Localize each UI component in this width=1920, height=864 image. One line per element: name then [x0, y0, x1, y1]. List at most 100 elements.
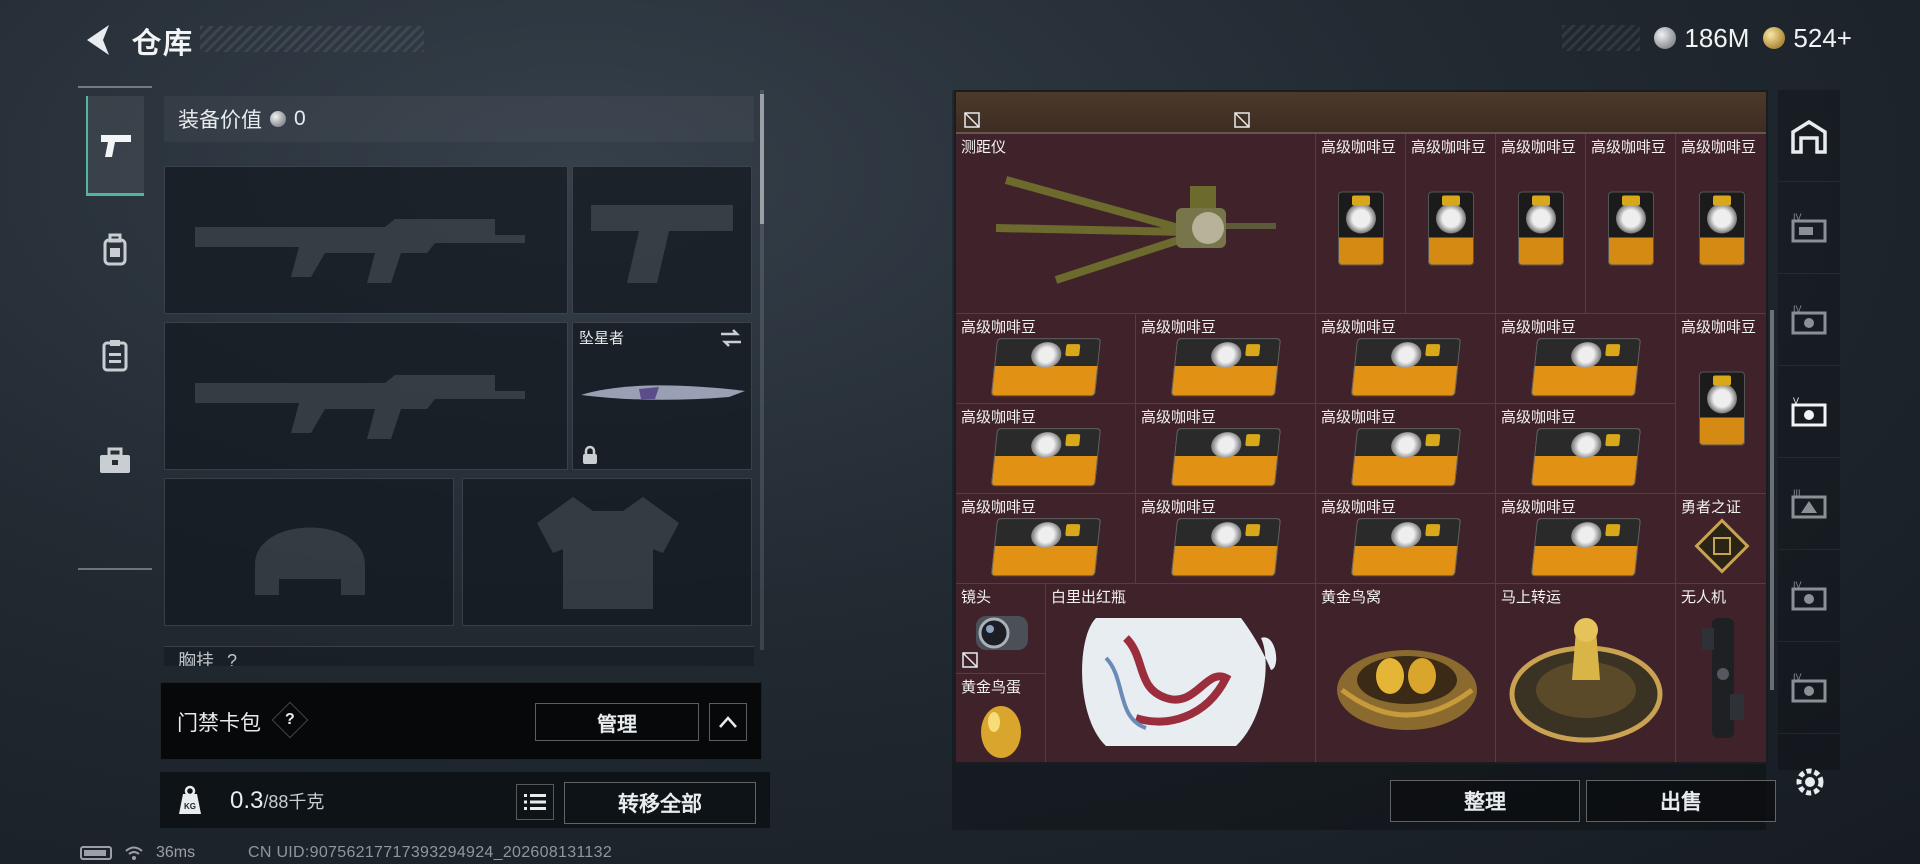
equipment-scrollbar[interactable]: [760, 90, 764, 650]
transfer-all-button[interactable]: 转移全部: [564, 782, 756, 824]
item-coffee-beans[interactable]: 高级咖啡豆: [1496, 134, 1586, 314]
svg-text:IV: IV: [1793, 580, 1802, 590]
item-lens[interactable]: 镜头: [956, 584, 1046, 674]
weight-value: 0.3: [230, 787, 264, 814]
item-label: 高级咖啡豆: [1141, 409, 1217, 426]
weight-icon-text: KG: [184, 802, 196, 811]
tab-storage-4b[interactable]: IV: [1778, 274, 1840, 366]
container-icon: V: [1791, 396, 1827, 426]
tab-storage-4c[interactable]: IV: [1778, 550, 1840, 642]
help-glyph: ?: [285, 711, 295, 728]
item-coffee-beans[interactable]: 高级咖啡豆: [1316, 314, 1496, 404]
equipment-category-nav: [78, 86, 152, 570]
primary-weapon-slot-1[interactable]: [164, 166, 568, 314]
sort-button[interactable]: 整理: [1390, 780, 1580, 822]
toolbox-icon: [100, 447, 130, 473]
user-uid: CN UID:90756217717393294924_202608131132: [248, 844, 613, 861]
item-coffee-beans[interactable]: 高级咖啡豆: [1136, 404, 1316, 494]
container-icon: IV: [1791, 672, 1827, 702]
item-label: 高级咖啡豆: [1141, 319, 1217, 336]
nav-weapons[interactable]: [86, 96, 144, 196]
item-label: 镜头: [961, 589, 992, 606]
container-icon: IV: [1791, 212, 1827, 242]
item-coffee-beans[interactable]: 高级咖啡豆: [956, 314, 1136, 404]
keycard-bar: 门禁卡包 ? 管理: [160, 682, 762, 760]
tab-storage-4a[interactable]: IV: [1778, 182, 1840, 274]
tab-storage-4d[interactable]: IV: [1778, 642, 1840, 734]
coffee-bag-icon: [1517, 190, 1564, 265]
item-coffee-beans[interactable]: 高级咖啡豆: [1316, 494, 1496, 584]
container-icon: IV: [1791, 580, 1827, 610]
item-label: 测距仪: [961, 139, 1007, 156]
coffee-bag-icon: [990, 517, 1101, 576]
battery-icon: [80, 846, 112, 860]
chest-rig-hint: ?: [227, 651, 238, 666]
helmet-slot[interactable]: [164, 478, 454, 626]
item-coffee-beans[interactable]: 高级咖啡豆: [956, 494, 1136, 584]
fortune-wheel-icon: [1509, 618, 1663, 743]
coffee-bag-icon: [1170, 337, 1281, 396]
vase-icon: [1082, 618, 1277, 746]
nav-toolbox[interactable]: [78, 408, 152, 514]
tab-storage-home[interactable]: [1778, 90, 1840, 182]
item-golden-nest[interactable]: 黄金鸟窝: [1316, 584, 1496, 762]
device-status: 36ms: [80, 844, 195, 862]
item-coffee-beans[interactable]: 高级咖啡豆: [956, 404, 1136, 494]
tab-storage-3[interactable]: III: [1778, 458, 1840, 550]
coffee-bag-icon: [1698, 370, 1745, 445]
chest-rig-slot[interactable]: 胸挂 ?: [164, 646, 754, 666]
item-label: 勇者之证: [1681, 499, 1742, 516]
gold-amount: 524+: [1793, 22, 1852, 53]
settings-gear-icon[interactable]: [1792, 764, 1828, 800]
item-label: 高级咖啡豆: [961, 499, 1037, 516]
manage-button[interactable]: 管理: [535, 703, 699, 741]
sell-button[interactable]: 出售: [1586, 780, 1776, 822]
svg-text:IV: IV: [1793, 304, 1802, 314]
coffee-bag-icon: [1427, 190, 1474, 265]
silver-coin-icon: [1654, 27, 1677, 49]
lens-icon: [976, 616, 1028, 650]
item-coffee-beans[interactable]: 高级咖啡豆: [1136, 494, 1316, 584]
help-icon[interactable]: ?: [271, 701, 309, 739]
collapse-button[interactable]: [709, 703, 747, 741]
backpack-icon: [103, 233, 127, 266]
primary-weapon-slot-2[interactable]: [164, 322, 568, 470]
gold-currency[interactable]: 524+: [1763, 23, 1852, 54]
list-view-button[interactable]: [516, 784, 554, 820]
swap-icon[interactable]: [719, 327, 743, 349]
item-coffee-beans[interactable]: 高级咖啡豆: [1496, 494, 1676, 584]
nav-clipboard[interactable]: [78, 302, 152, 408]
item-coffee-beans[interactable]: 高级咖啡豆: [1496, 314, 1676, 404]
back-arrow-icon[interactable]: [80, 20, 116, 60]
item-coffee-beans[interactable]: 高级咖啡豆: [1676, 314, 1766, 494]
melee-slot[interactable]: 坠星者: [572, 322, 752, 470]
item-rangefinder[interactable]: 测距仪: [956, 134, 1316, 314]
item-coffee-beans[interactable]: 高级咖啡豆: [1316, 134, 1406, 314]
item-golden-egg[interactable]: 黄金鸟蛋: [956, 674, 1046, 762]
coffee-bag-icon: [1350, 517, 1461, 576]
item-coffee-beans[interactable]: 高级咖啡豆: [1136, 314, 1316, 404]
armor-slot[interactable]: [462, 478, 752, 626]
item-hero-certificate[interactable]: 勇者之证: [1676, 494, 1766, 584]
coffee-bag-icon: [1170, 427, 1281, 486]
item-fortune-wheel[interactable]: 马上转运: [1496, 584, 1676, 762]
item-coffee-beans[interactable]: 高级咖啡豆: [1586, 134, 1676, 314]
armor-placeholder-icon: [537, 497, 679, 609]
tab-storage-5[interactable]: V: [1778, 366, 1840, 458]
coffee-bag-icon: [1607, 190, 1654, 265]
item-coffee-beans[interactable]: 高级咖啡豆: [1496, 404, 1676, 494]
sidearm-slot[interactable]: [572, 166, 752, 314]
item-coffee-beans[interactable]: 高级咖啡豆: [1316, 404, 1496, 494]
item-porcelain-vase[interactable]: 白里出红瓶: [1046, 584, 1316, 762]
coffee-bag-icon: [1530, 337, 1641, 396]
item-label: 高级咖啡豆: [1321, 499, 1397, 516]
silver-currency[interactable]: 186M: [1654, 23, 1749, 54]
item-coffee-beans[interactable]: 高级咖啡豆: [1406, 134, 1496, 314]
coffee-bag-icon: [1350, 337, 1461, 396]
item-drone[interactable]: 无人机: [1676, 584, 1766, 762]
storage-scrollbar[interactable]: [1770, 310, 1774, 690]
currency-decoration: [1562, 25, 1641, 51]
silver-coin-icon: [270, 111, 286, 127]
item-coffee-beans[interactable]: 高级咖啡豆: [1676, 134, 1766, 314]
nav-backpack[interactable]: [78, 196, 152, 302]
